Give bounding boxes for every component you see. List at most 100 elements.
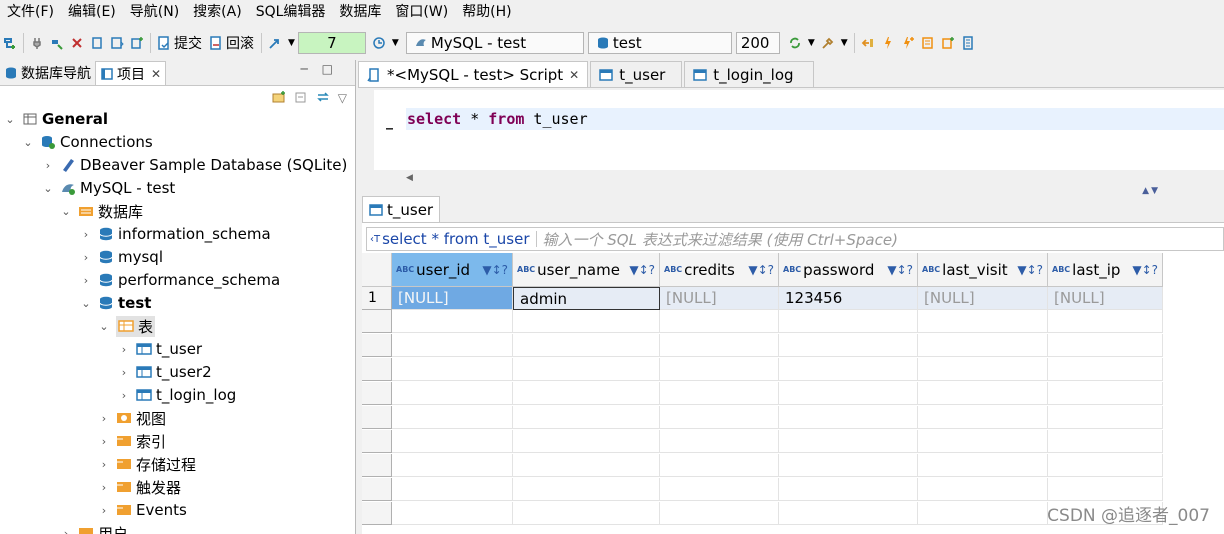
execute-icon[interactable] xyxy=(881,36,895,50)
chevron-down-icon[interactable]: ⌄ xyxy=(80,297,92,310)
active-schema-selector[interactable]: test xyxy=(587,32,732,54)
tools-icon[interactable] xyxy=(821,36,835,50)
filter-sort-icon[interactable]: ▼↕? xyxy=(629,263,655,277)
new-script-icon[interactable] xyxy=(130,36,144,50)
menu-edit[interactable]: 编辑(E) xyxy=(61,0,123,24)
table-cell[interactable]: [NULL] xyxy=(918,287,1048,310)
column-header-credits[interactable]: ABC credits ▼↕? xyxy=(660,253,779,287)
filter-sort-icon[interactable]: ▼↕? xyxy=(1017,263,1043,277)
tree-item-mysql[interactable]: › mysql xyxy=(80,246,163,268)
chevron-right-icon[interactable]: › xyxy=(118,343,130,356)
transaction-mode-dropdown[interactable]: ▼ xyxy=(288,38,295,48)
menu-window[interactable]: 窗口(W) xyxy=(388,0,455,24)
link-with-editor-icon[interactable] xyxy=(316,90,330,107)
filter-input[interactable]: 输入一个 SQL 表达式来过滤结果 (使用 Ctrl+Space) xyxy=(543,229,898,250)
table-cell[interactable]: [NULL] xyxy=(660,287,779,310)
tree-item-events[interactable]: › Events xyxy=(98,499,187,521)
refresh-icon[interactable] xyxy=(788,36,802,50)
history-icon[interactable] xyxy=(372,36,386,50)
filter-sort-icon[interactable]: ▼↕? xyxy=(748,263,774,277)
refresh-dropdown[interactable]: ▼ xyxy=(808,38,815,48)
chevron-right-icon[interactable]: › xyxy=(98,458,110,471)
chevron-right-icon[interactable]: › xyxy=(98,412,110,425)
transaction-icon[interactable] xyxy=(90,36,104,50)
tree-item-general[interactable]: ⌄ General xyxy=(4,108,108,130)
chevron-down-icon[interactable]: ⌄ xyxy=(98,320,110,333)
tree-item-information-schema[interactable]: › information_schema xyxy=(80,223,271,245)
tree-item-test[interactable]: ⌄ test xyxy=(80,292,151,314)
table-cell[interactable]: 123456 xyxy=(779,287,918,310)
sql-statement[interactable]: select * from t_user xyxy=(406,108,1224,130)
tree-item-t-user2[interactable]: › t_user2 xyxy=(118,361,212,383)
sql-editor[interactable]: _ select * from t_user xyxy=(374,90,1224,170)
link-editor-icon[interactable] xyxy=(861,36,875,50)
tree-item-views[interactable]: › 视图 xyxy=(98,407,166,429)
close-icon[interactable]: ✕ xyxy=(151,67,161,81)
tree-item-connections[interactable]: ⌄ Connections xyxy=(22,131,152,153)
result-limit-field[interactable]: 200 xyxy=(735,32,780,54)
menu-file[interactable]: 文件(F) xyxy=(0,0,61,24)
menu-search[interactable]: 搜索(A) xyxy=(186,0,249,24)
chevron-down-icon[interactable]: ⌄ xyxy=(22,136,34,149)
tab-sql-script[interactable]: *<MySQL - test> Script ✕ xyxy=(358,61,589,87)
table-cell[interactable]: [NULL] xyxy=(392,287,513,310)
filter-sort-icon[interactable]: ▼↕? xyxy=(887,263,913,277)
history-dropdown[interactable]: ▼ xyxy=(392,38,399,48)
column-header-user-name[interactable]: ABC user_name ▼↕? xyxy=(513,253,660,287)
tab-t-user[interactable]: t_user xyxy=(590,61,683,87)
chevron-right-icon[interactable]: › xyxy=(80,251,92,264)
tree-item-databases[interactable]: ⌄ 数据库 xyxy=(60,200,143,222)
tree-item-mysql-test[interactable]: ⌄ MySQL - test xyxy=(42,177,175,199)
tree-item-indexes[interactable]: › 索引 xyxy=(98,430,166,452)
chevron-right-icon[interactable]: › xyxy=(80,228,92,241)
chevron-right-icon[interactable]: › xyxy=(118,366,130,379)
plug-icon[interactable] xyxy=(30,36,44,50)
chevron-down-icon[interactable]: ⌄ xyxy=(4,113,16,126)
menu-sql-editor[interactable]: SQL编辑器 xyxy=(249,0,333,24)
tree-item-tables[interactable]: ⌄ 表 xyxy=(98,315,156,337)
auto-commit-icon[interactable] xyxy=(110,36,124,50)
chevron-right-icon[interactable]: › xyxy=(42,159,54,172)
fetch-size-field[interactable]: 7 xyxy=(297,32,366,54)
execute-script-new-tab-icon[interactable] xyxy=(941,36,955,50)
filter-bar[interactable]: ‹T select * from t_user 输入一个 SQL 表达式来过滤结… xyxy=(366,227,1224,251)
tree-item-sample-db[interactable]: › DBeaver Sample Database (SQLite) xyxy=(42,154,348,176)
chevron-right-icon[interactable]: › xyxy=(98,435,110,448)
menu-navigate[interactable]: 导航(N) xyxy=(123,0,186,24)
column-header-last-visit[interactable]: ABC last_visit ▼↕? xyxy=(918,253,1048,287)
new-folder-icon[interactable] xyxy=(272,90,286,107)
collapse-all-icon[interactable] xyxy=(294,90,308,107)
table-cell[interactable]: [NULL] xyxy=(1048,287,1163,310)
connect-icon[interactable] xyxy=(50,36,64,50)
column-header-last-ip[interactable]: ABC last_ip ▼↕? xyxy=(1048,253,1163,287)
rollback-button[interactable]: 回滚 xyxy=(226,33,254,53)
column-header-password[interactable]: ABC password ▼↕? xyxy=(779,253,918,287)
filter-sort-icon[interactable]: ▼↕? xyxy=(482,263,508,277)
column-header-user-id[interactable]: ABC user_id ▼↕? xyxy=(392,253,513,287)
tree-item-t-user[interactable]: › t_user xyxy=(118,338,202,360)
view-menu-icon[interactable]: ▽ xyxy=(338,91,347,105)
transaction-mode-icon[interactable] xyxy=(268,36,282,50)
rollback-icon[interactable] xyxy=(209,36,223,50)
disconnect-icon[interactable] xyxy=(70,36,84,50)
tools-dropdown[interactable]: ▼ xyxy=(841,38,848,48)
chevron-right-icon[interactable]: › xyxy=(98,481,110,494)
tree-item-t-login-log[interactable]: › t_login_log xyxy=(118,384,237,406)
tree-item-performance-schema[interactable]: › performance_schema xyxy=(80,269,280,291)
minimize-maximize-icon[interactable]: ─□ xyxy=(300,62,347,76)
execute-new-tab-icon[interactable] xyxy=(901,36,915,50)
tab-t-login-log[interactable]: t_login_log xyxy=(684,61,815,87)
tree-item-users[interactable]: › 用户 xyxy=(60,522,128,534)
new-connection-icon[interactable] xyxy=(3,36,17,50)
scroll-left-icon[interactable]: ◀ xyxy=(406,173,413,183)
menu-help[interactable]: 帮助(H) xyxy=(455,0,518,24)
chevron-right-icon[interactable]: › xyxy=(118,389,130,402)
active-connection-selector[interactable]: MySQL - test xyxy=(405,32,584,54)
filter-sort-icon[interactable]: ▼↕? xyxy=(1132,263,1158,277)
close-icon[interactable]: ✕ xyxy=(569,68,579,82)
chevron-down-icon[interactable]: ⌄ xyxy=(42,182,54,195)
tree-item-procedures[interactable]: › 存储过程 xyxy=(98,453,196,475)
table-cell[interactable]: admin xyxy=(513,287,660,310)
tab-projects[interactable]: 项目 ✕ xyxy=(95,61,167,85)
explain-plan-icon[interactable] xyxy=(961,36,975,50)
